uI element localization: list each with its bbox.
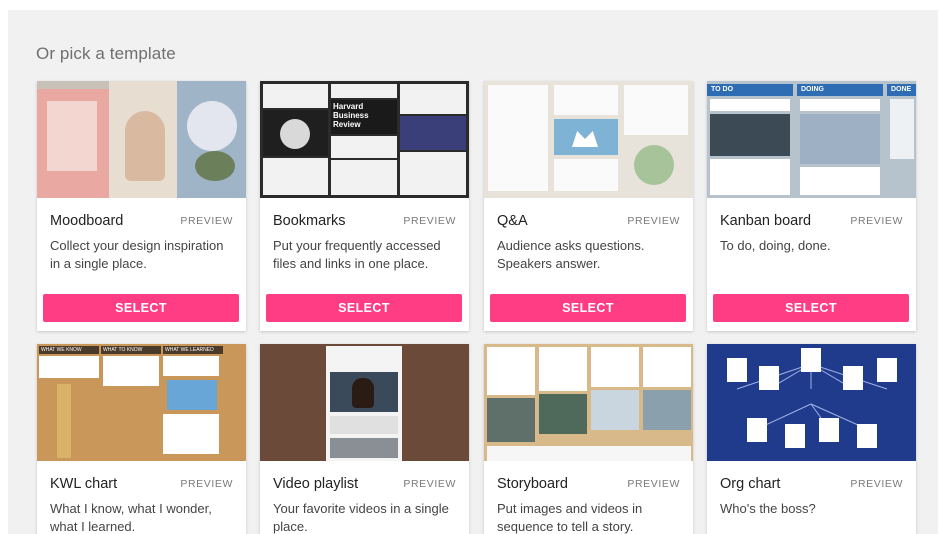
template-card-qa[interactable]: Q&A PREVIEW Audience asks questions. Spe… [484,81,693,331]
preview-link[interactable]: PREVIEW [403,478,456,490]
kanban-column-label: TO DO [711,86,734,93]
card-title: Video playlist [273,476,359,492]
kwl-column-know: WHAT WE KNOW [39,346,99,354]
bookmarks-hbr-tile: Harvard Business Review [331,100,397,134]
card-title: Org chart [720,476,781,492]
template-card-storyboard[interactable]: Storyboard PREVIEW Put images and videos… [484,344,693,534]
card-description: What I know, what I wonder, what I learn… [50,501,212,534]
card-title: Storyboard [497,476,568,492]
bookmarks-thumbnail: Harvard Business Review [260,81,469,198]
card-description: Your favorite videos in a single place. [273,501,449,534]
card-description: Collect your design inspiration in a sin… [50,238,224,271]
kwl-thumbnail: WHAT WE KNOW WHAT TO KNOW WHAT WE LEARNE… [37,344,246,461]
card-description: Who's the boss? [720,501,816,516]
video-playlist-thumbnail [260,344,469,461]
card-description: Audience asks questions. Speakers answer… [497,238,645,271]
kwl-column-learned: WHAT WE LEARNED [163,346,223,354]
hbr-headline: Harvard Business Review [333,102,369,129]
template-card-kanban[interactable]: TO DO DOING DONE Kanban board PREVIEW To… [707,81,916,331]
storyboard-thumbnail [484,344,693,461]
org-chart-thumbnail [707,344,916,461]
kwl-column-wonder: WHAT TO KNOW [101,346,161,354]
preview-link[interactable]: PREVIEW [180,478,233,490]
preview-link[interactable]: PREVIEW [180,215,233,227]
preview-link[interactable]: PREVIEW [850,478,903,490]
select-button[interactable]: SELECT [490,294,686,322]
kanban-thumbnail: TO DO DOING DONE [707,81,916,198]
kanban-column-done: DONE [887,84,916,96]
qa-thumbnail [484,81,693,198]
card-title: Q&A [497,213,528,229]
preview-link[interactable]: PREVIEW [627,215,680,227]
select-button[interactable]: SELECT [713,294,909,322]
kwl-column-label: WHAT WE KNOW [41,347,82,353]
select-button[interactable]: SELECT [266,294,462,322]
kanban-column-todo: TO DO [707,84,793,96]
select-button[interactable]: SELECT [43,294,239,322]
card-description: Put images and videos in sequence to tel… [497,501,643,534]
template-card-kwl[interactable]: WHAT WE KNOW WHAT TO KNOW WHAT WE LEARNE… [37,344,246,534]
card-description: To do, doing, done. [720,238,831,253]
kanban-column-label: DOING [801,86,824,93]
kwl-column-label: WHAT TO KNOW [103,347,143,353]
card-title: Bookmarks [273,213,346,229]
card-title: KWL chart [50,476,118,492]
kwl-column-label: WHAT WE LEARNED [165,347,214,353]
preview-link[interactable]: PREVIEW [627,478,680,490]
card-title: Kanban board [720,213,812,229]
moodboard-thumbnail [37,81,246,198]
template-panel: Or pick a template Moodboard PREVIEW Col… [8,10,938,534]
template-card-video-playlist[interactable]: Video playlist PREVIEW Your favorite vid… [260,344,469,534]
kanban-column-doing: DOING [797,84,883,96]
template-card-moodboard[interactable]: Moodboard PREVIEW Collect your design in… [37,81,246,331]
preview-link[interactable]: PREVIEW [403,215,456,227]
card-title: Moodboard [50,213,124,229]
section-heading: Or pick a template [36,44,176,63]
preview-link[interactable]: PREVIEW [850,215,903,227]
card-description: Put your frequently accessed files and l… [273,238,441,271]
template-card-org-chart[interactable]: Org chart PREVIEW Who's the boss? [707,344,916,534]
kanban-column-label: DONE [891,86,912,93]
template-card-bookmarks[interactable]: Harvard Business Review Bookmarks PREVIE… [260,81,469,331]
